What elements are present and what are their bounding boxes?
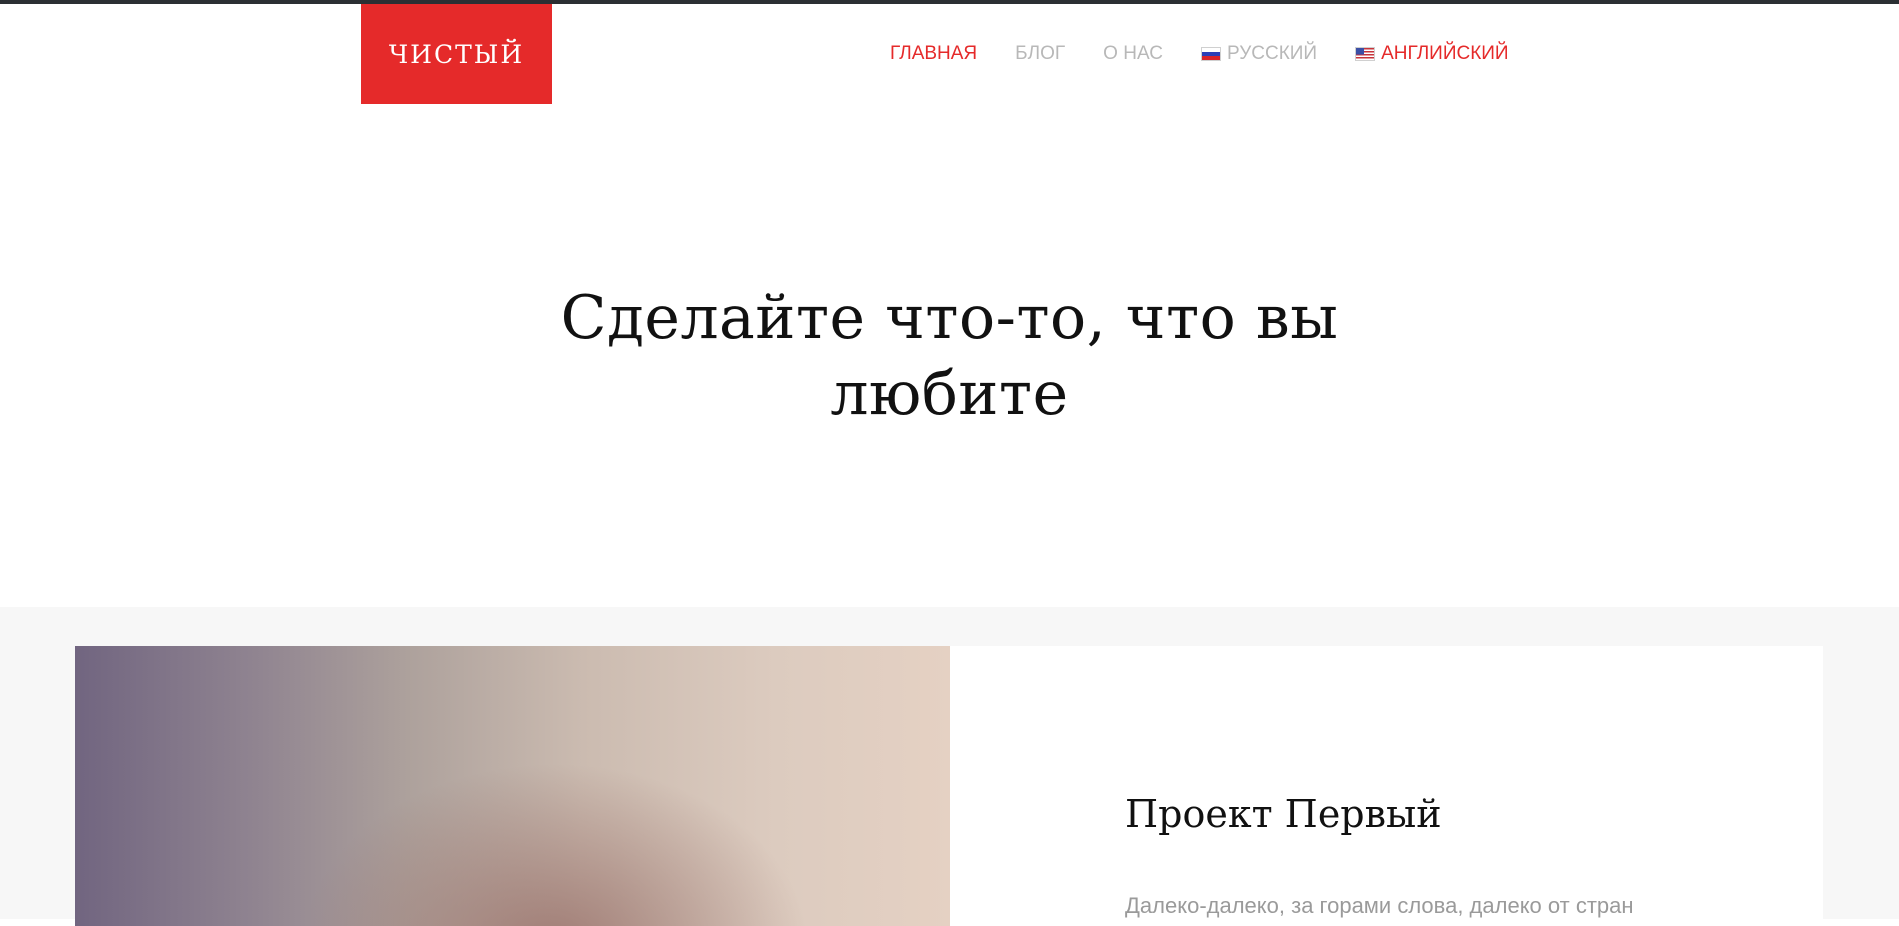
language-russian-label: РУССКИЙ (1226, 43, 1318, 64)
language-english[interactable]: АНГЛИЙСКИЙ (1355, 43, 1509, 65)
nav-item-home[interactable]: ГЛАВНАЯ (890, 43, 977, 65)
site-logo[interactable]: ЧИСТЫЙ (361, 4, 552, 104)
nav-item-about[interactable]: О НАС (1103, 43, 1163, 65)
nav-item-blog[interactable]: БЛОГ (1015, 43, 1065, 65)
language-english-label: АНГЛИЙСКИЙ (1381, 43, 1509, 64)
hero-section: Сделайте что-то, что вы любите (0, 104, 1899, 607)
flag-us-icon (1355, 47, 1376, 61)
hero-title: Сделайте что-то, что вы любите (560, 282, 1339, 429)
site-header: ЧИСТЫЙ ГЛАВНАЯ БЛОГ О НАС РУССКИЙ АНГЛИЙ… (0, 4, 1899, 104)
project-card[interactable]: Проект Первый Далеко-далеко, за горами с… (75, 646, 1823, 926)
project-image[interactable] (75, 646, 950, 926)
project-description: Далеко-далеко, за горами слова, далеко о… (1125, 893, 1634, 918)
project-text-block: Проект Первый Далеко-далеко, за горами с… (950, 646, 1823, 926)
flag-ru-icon (1200, 47, 1221, 61)
projects-section: Проект Первый Далеко-далеко, за горами с… (0, 607, 1899, 926)
language-russian[interactable]: РУССКИЙ (1200, 43, 1318, 65)
project-title[interactable]: Проект Первый (1125, 792, 1442, 836)
main-navigation: ГЛАВНАЯ БЛОГ О НАС РУССКИЙ АНГЛИЙСКИЙ (890, 4, 1509, 104)
